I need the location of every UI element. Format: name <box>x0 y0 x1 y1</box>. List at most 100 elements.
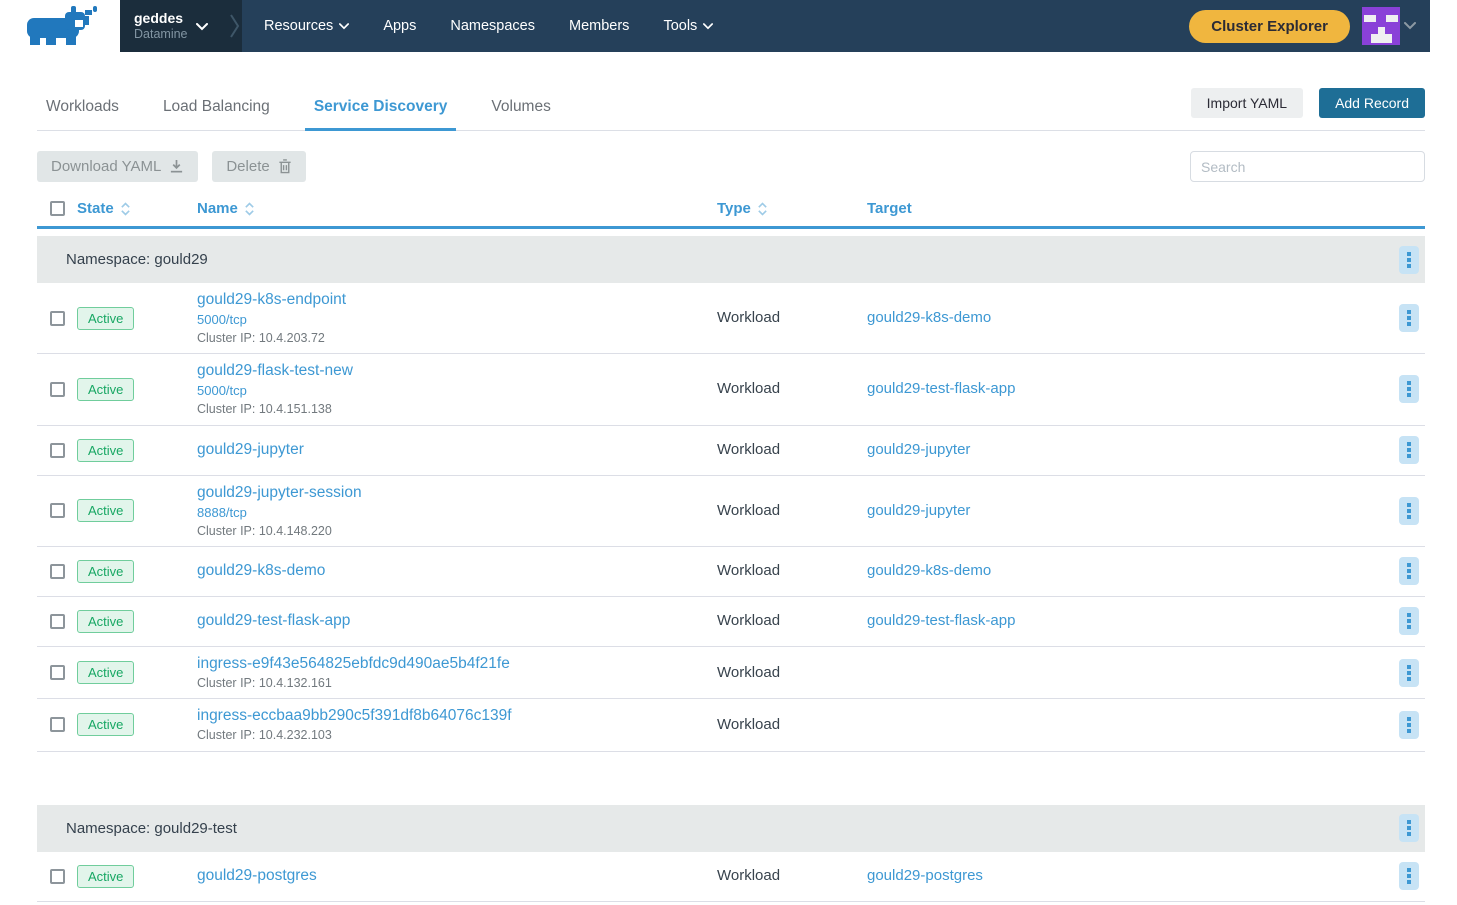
row-checkbox[interactable] <box>50 503 65 518</box>
row-actions-menu-button[interactable] <box>1399 304 1419 332</box>
service-type-text: Workload <box>717 502 780 519</box>
user-menu[interactable] <box>1362 7 1416 45</box>
cluster-ip-text: Cluster IP: 10.4.232.103 <box>197 727 717 743</box>
row-checkbox[interactable] <box>50 717 65 732</box>
row-checkbox[interactable] <box>50 665 65 680</box>
row-checkbox[interactable] <box>50 614 65 629</box>
row-actions-menu-button[interactable] <box>1399 607 1419 635</box>
service-name-link[interactable]: gould29-test-flask-app <box>197 611 717 631</box>
status-badge: Active <box>77 378 134 401</box>
cluster-name: geddes <box>134 10 188 28</box>
service-port-link[interactable]: 5000/tcp <box>197 312 717 329</box>
status-badge: Active <box>77 307 134 330</box>
nav-item-members[interactable]: Members <box>569 18 629 34</box>
service-discovery-table: State Name Type <box>37 192 1425 905</box>
service-port-link[interactable]: 5000/tcp <box>197 383 717 400</box>
service-name-link[interactable]: gould29-k8s-endpoint <box>197 290 717 310</box>
search-input[interactable] <box>1190 151 1425 182</box>
target-link[interactable]: gould29-test-flask-app <box>867 380 1015 397</box>
table-row: Active gould29-test-flask-app Workload g… <box>37 597 1425 647</box>
row-checkbox[interactable] <box>50 443 65 458</box>
namespace-group-header: Namespace: gould29 <box>37 236 1425 283</box>
column-header-target[interactable]: Target <box>867 200 1381 217</box>
tab-load-balancing[interactable]: Load Balancing <box>154 88 279 130</box>
service-name-link[interactable]: gould29-jupyter <box>197 440 717 460</box>
service-type-text: Workload <box>717 309 780 326</box>
row-actions-menu-button[interactable] <box>1399 862 1419 890</box>
row-actions-menu-button[interactable] <box>1399 557 1419 585</box>
rancher-logo[interactable] <box>0 0 120 52</box>
service-name-link[interactable]: gould29-flask-test-new <box>197 361 717 381</box>
target-link[interactable]: gould29-postgres <box>867 867 983 884</box>
sort-icon <box>120 202 131 216</box>
service-type-text: Workload <box>717 380 780 397</box>
column-header-name[interactable]: Name <box>197 200 717 217</box>
namespace-group: Namespace: gould29 Active gould29-k8s-en… <box>37 236 1425 752</box>
service-type-text: Workload <box>717 441 780 458</box>
nav-item-namespaces[interactable]: Namespaces <box>450 18 535 34</box>
topbar-right: Cluster Explorer <box>1189 0 1430 52</box>
tabs: Workloads Load Balancing Service Discove… <box>37 88 560 130</box>
table-row: Active gould29-postgres Workload gould29… <box>37 852 1425 902</box>
cluster-ip-text: Cluster IP: 10.4.203.72 <box>197 330 717 346</box>
service-name-link[interactable]: gould29-jupyter-session <box>197 483 717 503</box>
cluster-ip-text: Cluster IP: 10.4.151.138 <box>197 401 717 417</box>
select-all-checkbox[interactable] <box>50 201 65 216</box>
row-checkbox[interactable] <box>50 311 65 326</box>
download-yaml-button[interactable]: Download YAML <box>37 151 198 182</box>
target-link[interactable]: gould29-k8s-demo <box>867 309 991 326</box>
target-link[interactable]: gould29-jupyter <box>867 502 970 519</box>
table-row: Active gould29-k8s-demo Workload gould29… <box>37 547 1425 597</box>
namespace-actions-menu-button[interactable] <box>1399 246 1419 274</box>
service-type-text: Workload <box>717 664 780 681</box>
nav-item-tools[interactable]: Tools <box>663 18 713 34</box>
row-actions-menu-button[interactable] <box>1399 497 1419 525</box>
row-actions-menu-button[interactable] <box>1399 711 1419 739</box>
status-badge: Active <box>77 713 134 736</box>
breadcrumb-separator-icon <box>228 0 242 52</box>
row-checkbox[interactable] <box>50 382 65 397</box>
row-actions-menu-button[interactable] <box>1399 375 1419 403</box>
target-link[interactable]: gould29-jupyter <box>867 441 970 458</box>
table-row: Active ingress-eccbaa9bb290c5f391df8b640… <box>37 699 1425 751</box>
import-yaml-button[interactable]: Import YAML <box>1191 88 1303 118</box>
service-name-link[interactable]: ingress-eccbaa9bb290c5f391df8b64076c139f <box>197 706 717 726</box>
action-row: Download YAML Delete <box>37 151 1425 182</box>
row-checkbox[interactable] <box>50 564 65 579</box>
column-header-state[interactable]: State <box>77 200 197 217</box>
table-row: Active ingress-e9f43e564825ebfdc9d490ae5… <box>37 647 1425 699</box>
table-row: Active gould29-jupyter-session 8888/tcp … <box>37 476 1425 547</box>
service-name-link[interactable]: gould29-postgres <box>197 866 717 886</box>
cluster-selector[interactable]: geddes Datamine <box>120 0 228 52</box>
sort-icon <box>757 202 768 216</box>
row-actions-menu-button[interactable] <box>1399 436 1419 464</box>
namespace-label: Namespace: gould29 <box>37 251 1381 268</box>
column-header-type[interactable]: Type <box>717 200 867 217</box>
tab-workloads[interactable]: Workloads <box>37 88 128 130</box>
service-name-link[interactable]: ingress-e9f43e564825ebfdc9d490ae5b4f21fe <box>197 654 717 674</box>
service-port-link[interactable]: 8888/tcp <box>197 505 717 522</box>
table-row: Active gould29-flask-test-new 5000/tcp C… <box>37 354 1425 425</box>
cluster-explorer-button[interactable]: Cluster Explorer <box>1189 10 1350 43</box>
sort-icon <box>244 202 255 216</box>
target-link[interactable]: gould29-k8s-demo <box>867 562 991 579</box>
add-record-button[interactable]: Add Record <box>1319 88 1425 118</box>
nav-item-apps[interactable]: Apps <box>383 18 416 34</box>
row-actions-menu-button[interactable] <box>1399 659 1419 687</box>
namespace-group: Namespace: gould29-test Active gould29-p… <box>37 805 1425 905</box>
row-checkbox[interactable] <box>50 869 65 884</box>
service-type-text: Workload <box>717 867 780 884</box>
tab-service-discovery[interactable]: Service Discovery <box>305 88 457 130</box>
cluster-ip-text: Cluster IP: 10.4.132.161 <box>197 675 717 691</box>
tab-volumes[interactable]: Volumes <box>482 88 559 130</box>
service-type-text: Workload <box>717 562 780 579</box>
service-name-link[interactable]: gould29-k8s-demo <box>197 561 717 581</box>
target-link[interactable]: gould29-test-flask-app <box>867 612 1015 629</box>
delete-button[interactable]: Delete <box>212 151 305 182</box>
nav-item-resources[interactable]: Resources <box>264 18 349 34</box>
namespace-actions-menu-button[interactable] <box>1399 814 1419 842</box>
service-type-text: Workload <box>717 716 780 733</box>
cluster-ip-text: Cluster IP: 10.4.148.220 <box>197 523 717 539</box>
table-row: Active postgis 5432/tcp Cluster IP: 10.4… <box>37 902 1425 905</box>
group-rows: Active gould29-postgres Workload gould29… <box>37 852 1425 905</box>
